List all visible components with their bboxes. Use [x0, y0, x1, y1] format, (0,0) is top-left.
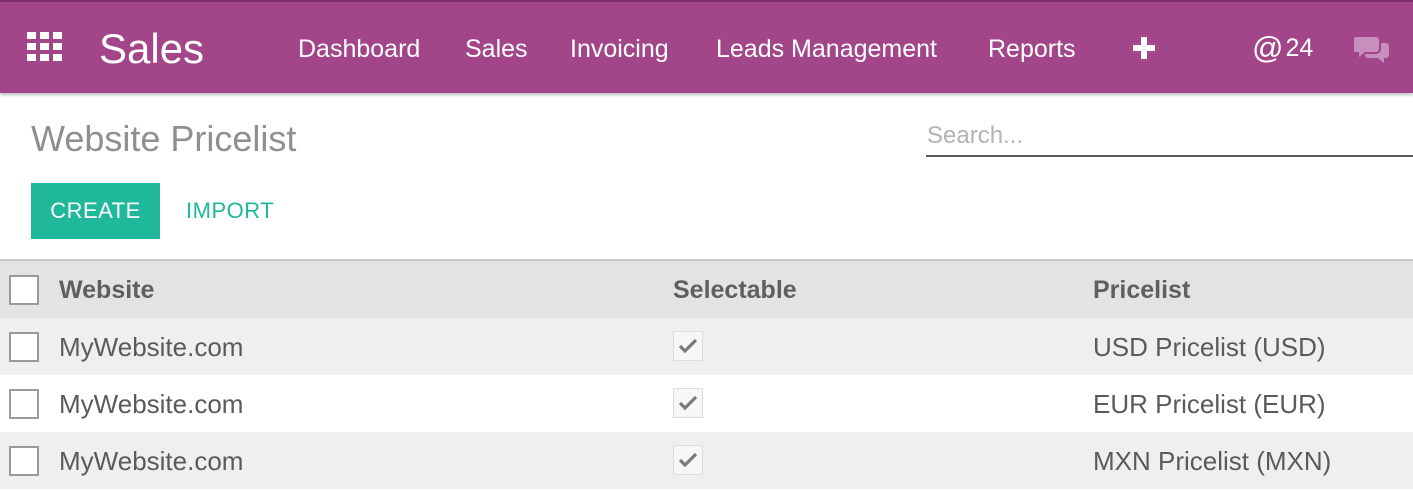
cell-pricelist: MXN Pricelist (MXN)	[1093, 446, 1332, 476]
mention-at-icon: @	[1252, 30, 1284, 65]
header-pricelist[interactable]: Pricelist	[1093, 275, 1190, 305]
row-checkbox[interactable]	[9, 332, 39, 362]
page-title: Website Pricelist	[31, 118, 297, 159]
cell-website: MyWebsite.com	[59, 332, 244, 362]
app-brand[interactable]: Sales	[99, 24, 204, 74]
chat-icon[interactable]	[1353, 34, 1390, 64]
select-all-checkbox[interactable]	[9, 275, 39, 305]
menu-sales[interactable]: Sales	[465, 33, 528, 65]
selectable-checkbox	[673, 445, 703, 475]
create-button[interactable]: CREATE	[31, 183, 160, 239]
selectable-checkbox	[673, 331, 703, 361]
records-table: Website Selectable Pricelist MyWebsite.c…	[0, 259, 1413, 489]
search-bar	[926, 116, 1413, 157]
table-row[interactable]: MyWebsite.com MXN Pricelist (MXN)	[0, 432, 1413, 489]
apps-grid-icon[interactable]	[27, 32, 63, 62]
row-checkbox[interactable]	[9, 446, 39, 476]
table-row[interactable]: MyWebsite.com EUR Pricelist (EUR)	[0, 375, 1413, 432]
menu-leads-management[interactable]: Leads Management	[716, 33, 937, 65]
top-navbar: Sales Dashboard Sales Invoicing Leads Ma…	[0, 0, 1413, 93]
menu-reports[interactable]: Reports	[988, 33, 1076, 65]
cell-website: MyWebsite.com	[59, 446, 244, 476]
cell-pricelist: EUR Pricelist (EUR)	[1093, 389, 1326, 419]
search-input[interactable]	[926, 116, 1413, 155]
table-row[interactable]: MyWebsite.com USD Pricelist (USD)	[0, 318, 1413, 375]
cell-pricelist: USD Pricelist (USD)	[1093, 332, 1326, 362]
cell-website: MyWebsite.com	[59, 389, 244, 419]
header-selectable[interactable]: Selectable	[673, 275, 797, 305]
menu-dashboard[interactable]: Dashboard	[298, 33, 420, 65]
mentions-button[interactable]: @24	[1252, 30, 1313, 66]
menu-invoicing[interactable]: Invoicing	[570, 33, 669, 65]
header-website[interactable]: Website	[59, 275, 154, 305]
table-header: Website Selectable Pricelist	[0, 259, 1413, 318]
selectable-checkbox	[673, 388, 703, 418]
row-checkbox[interactable]	[9, 389, 39, 419]
plus-icon[interactable]	[1131, 35, 1157, 61]
import-button[interactable]: IMPORT	[186, 183, 274, 239]
mention-count: 24	[1285, 34, 1314, 62]
